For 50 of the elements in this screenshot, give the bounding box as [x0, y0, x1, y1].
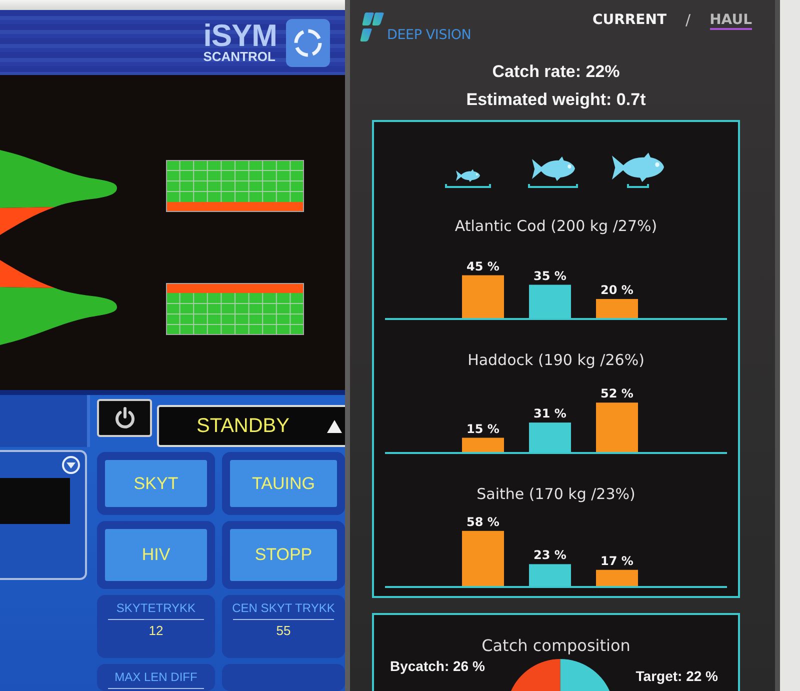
bar-value-label: 58 % — [466, 514, 500, 529]
chart-title: Haddock (190 kg /26%) — [466, 350, 646, 370]
power-button[interactable] — [97, 399, 152, 437]
bar-value-label: 15 % — [466, 422, 500, 436]
leaf-logo-icon — [360, 12, 384, 42]
readout-label: MAX LEN DIFF — [114, 670, 198, 685]
bar-value-label: 52 % — [600, 386, 634, 401]
large-fish-icon — [612, 152, 664, 188]
bar-value-label: 17 % — [600, 554, 634, 568]
medium-fish-icon — [528, 155, 578, 188]
bar-value-label: 23 % — [534, 548, 566, 562]
estimated-weight-text: Estimated weight: 0.7t — [465, 89, 647, 111]
logo-subtitle: SCANTROL — [203, 50, 276, 64]
slice-label: Bycatch: 26 % — [390, 658, 485, 675]
readout-value: 12 — [148, 623, 164, 639]
triangle-up-icon — [327, 420, 342, 432]
logo-title: iSYM — [203, 22, 277, 50]
chart-bar — [462, 438, 504, 452]
action-button[interactable]: STOPP — [230, 529, 337, 581]
composition-title: Catch composition — [480, 635, 632, 657]
action-button[interactable]: HIV — [105, 529, 207, 581]
readout-label: CEN SKYT TRYKK — [231, 601, 336, 616]
chart-bar — [462, 530, 504, 586]
power-icon — [114, 407, 134, 429]
bar-value-label: 35 % — [534, 268, 566, 283]
readout-value: 55 — [275, 623, 292, 639]
mode-dropdown[interactable]: STANDBY — [157, 405, 345, 447]
bar-value-label: 31 % — [534, 406, 566, 421]
chart-bar — [529, 422, 571, 452]
tab-separator: / — [686, 12, 691, 28]
slice-label: Target: 22 % — [636, 668, 718, 685]
logo-text: DEEP VISION — [387, 28, 472, 42]
action-button[interactable]: SKYT — [105, 460, 207, 507]
chart-bar — [529, 284, 571, 318]
display-area — [0, 478, 70, 524]
chart-bar — [529, 564, 571, 586]
chart-bar — [596, 299, 638, 318]
view-tab[interactable]: HAUL — [710, 12, 752, 30]
action-button[interactable]: TAUING — [230, 460, 337, 507]
bar-value-label: 45 % — [466, 259, 500, 274]
catch-rate-text: Catch rate: 22% — [491, 61, 621, 83]
view-tab[interactable]: CURRENT — [592, 12, 667, 30]
chart-title: Atlantic Cod (200 kg /27%) — [454, 216, 658, 236]
bar-value-label: 20 % — [600, 283, 634, 297]
chart-bar — [462, 275, 504, 318]
chart-title: Saithe (170 kg /23%) — [476, 484, 636, 504]
ring-logo-icon — [286, 18, 330, 66]
chart-bar — [596, 570, 638, 586]
readout-label: SKYTETRYKK — [115, 601, 197, 616]
chart-bar — [596, 402, 638, 452]
